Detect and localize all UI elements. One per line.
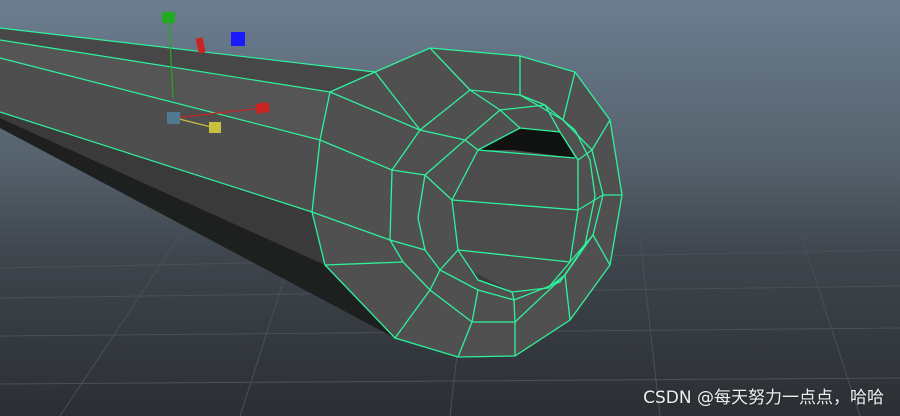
plane-handle[interactable]: [209, 122, 221, 133]
watermark-text: CSDN @每天努力一点点，哈哈: [643, 388, 884, 408]
maya-viewport[interactable]: CSDN @每天努力一点点，哈哈: [0, 0, 900, 416]
x-axis-handle[interactable]: [255, 102, 270, 114]
viewport-scene[interactable]: [0, 0, 900, 416]
y-axis-handle[interactable]: [162, 12, 175, 23]
center-handle[interactable]: [167, 112, 180, 124]
view-cube-blue-icon[interactable]: [231, 32, 245, 46]
